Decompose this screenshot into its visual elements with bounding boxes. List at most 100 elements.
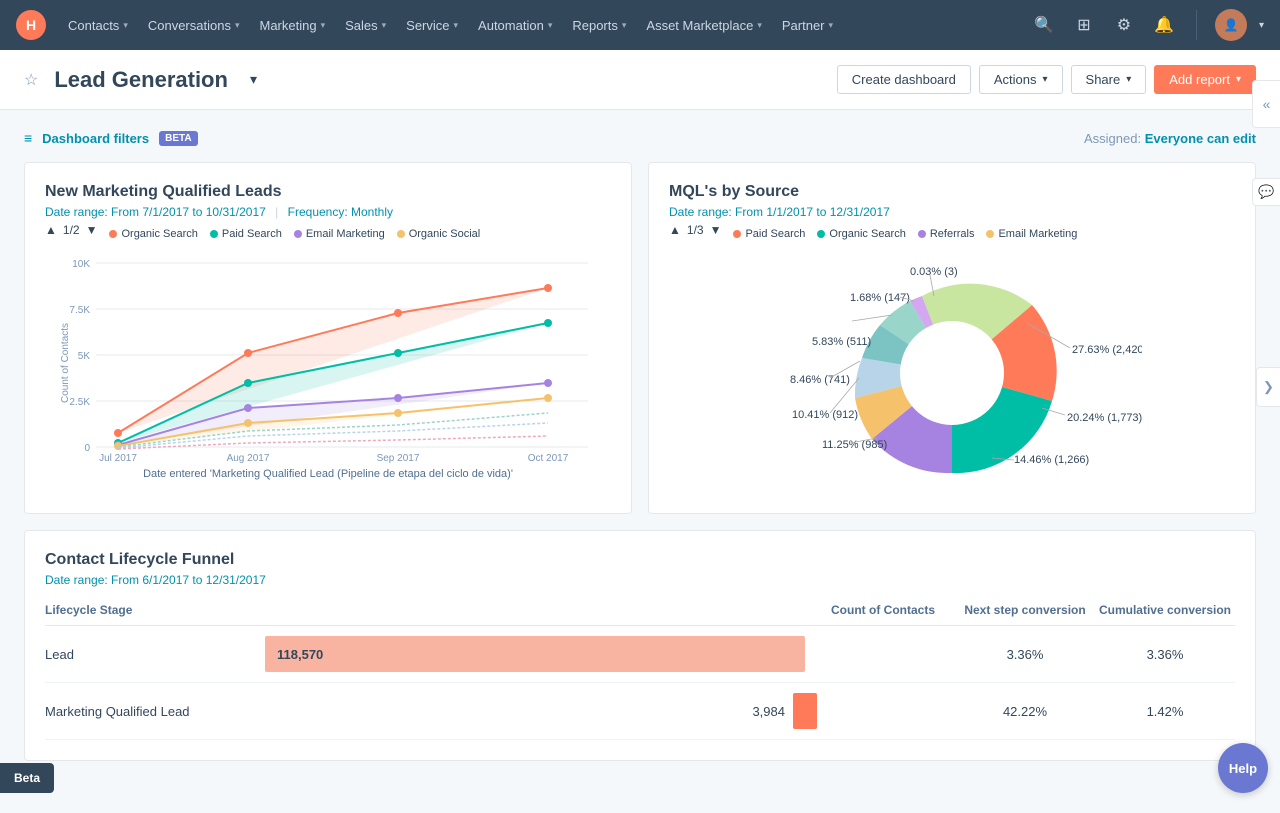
col-header-next-step: Next step conversion [955,603,1095,617]
legend-label: Referrals [930,228,975,240]
legend-dot-icon [109,230,117,238]
funnel-count-lead: 118,570 [277,647,323,662]
sidebar-collapse-icon[interactable]: « [1252,80,1280,128]
nav-automation[interactable]: Automation ▾ [468,0,562,50]
next-arrow-icon[interactable]: ▼ [86,223,98,237]
svg-text:1.68% (147): 1.68% (147) [850,292,910,304]
funnel-bar-cell-lead: 118,570 [265,636,955,672]
filter-left: ≡ Dashboard filters BETA [24,130,198,146]
legend-dot-icon [817,230,825,238]
share-button[interactable]: Share ▾ [1071,65,1147,94]
search-icon[interactable]: 🔍 [1030,11,1058,39]
funnel-stage-mql: Marketing Qualified Lead [45,704,265,719]
nav-service[interactable]: Service ▾ [396,0,468,50]
filter-icon: ≡ [24,130,32,146]
svg-text:5K: 5K [78,351,91,362]
mql-line-chart: 10K 7.5K 5K 2.5K 0 Count of Contacts [45,253,611,473]
user-avatar[interactable]: 👤 [1215,9,1247,41]
actions-button[interactable]: Actions ▾ [979,65,1063,94]
chat-bubble-icon[interactable]: 💬 [1252,178,1280,206]
pie-chart-svg: 27.63% (2,420) 20.24% (1,773) 14.46% (1,… [762,253,1142,493]
filter-bar: ≡ Dashboard filters BETA Assigned: Every… [24,130,1256,146]
dashboard-grid: New Marketing Qualified Leads Date range… [24,162,1256,514]
nav-partner[interactable]: Partner ▾ [772,0,843,50]
svg-text:Sep 2017: Sep 2017 [377,453,420,464]
col-header-count: Count of Contacts [265,603,955,617]
legend-dot-icon [210,230,218,238]
prev-arrow-icon[interactable]: ▲ [45,223,57,237]
chevron-down-icon: ▾ [235,20,240,31]
create-dashboard-button[interactable]: Create dashboard [837,65,971,94]
chevron-down-icon: ▾ [757,20,762,31]
avatar-chevron-icon[interactable]: ▾ [1259,20,1264,31]
mql-source-legend: ▲ 1/3 ▼ Paid Search Organic Search Refer… [669,223,1235,245]
legend-referrals: Referrals [918,228,975,240]
top-navigation: H Contacts ▾ Conversations ▾ Marketing ▾… [0,0,1280,50]
legend-label: Paid Search [222,228,282,240]
mql-chart-title: New Marketing Qualified Leads [45,183,611,201]
marketplace-icon[interactable]: ⊞ [1070,11,1098,39]
beta-button[interactable]: Beta [0,763,54,793]
legend-dot-icon [918,230,926,238]
legend-label: Email Marketing [306,228,385,240]
funnel-table-header: Lifecycle Stage Count of Contacts Next s… [45,603,1235,626]
chevron-down-icon: ▾ [622,20,627,31]
nav-reports[interactable]: Reports ▾ [562,0,636,50]
legend-label: Email Marketing [998,228,1077,240]
page-title: Lead Generation [54,67,228,93]
title-dropdown-icon[interactable]: ▾ [250,71,257,88]
svg-text:20.24% (1,773): 20.24% (1,773) [1067,412,1142,424]
col-header-stage: Lifecycle Stage [45,603,265,617]
svg-text:14.46% (1,266): 14.46% (1,266) [1014,454,1089,466]
filter-label[interactable]: Dashboard filters [42,131,149,146]
notifications-icon[interactable]: 🔔 [1150,11,1178,39]
nav-contacts[interactable]: Contacts ▾ [58,0,138,50]
prev-arrow-icon[interactable]: ▲ [669,223,681,237]
svg-text:5.83% (511): 5.83% (511) [812,336,871,348]
mql-date-range: Date range: From 7/1/2017 to 10/31/2017 [45,205,266,219]
nav-marketing[interactable]: Marketing ▾ [249,0,335,50]
legend-email-marketing: Email Marketing [294,228,385,240]
assigned-value[interactable]: Everyone can edit [1145,131,1256,146]
mql-legend: ▲ 1/2 ▼ Organic Search Paid Search Email… [45,223,611,245]
funnel-row-lead: Lead 118,570 3.36% 3.36% [45,626,1235,683]
mql-chart-subtitle: Date range: From 7/1/2017 to 10/31/2017 … [45,205,611,219]
share-chevron-icon: ▾ [1126,74,1131,85]
svg-text:Aug 2017: Aug 2017 [227,453,270,464]
funnel-stage-lead: Lead [45,647,265,662]
legend-email-marketing: Email Marketing [986,228,1077,240]
header-actions: Create dashboard Actions ▾ Share ▾ Add r… [837,65,1256,94]
chevron-down-icon: ▾ [123,20,128,31]
next-arrow-icon[interactable]: ▼ [710,223,722,237]
chevron-down-icon: ▾ [454,20,459,31]
actions-chevron-icon: ▾ [1043,74,1048,85]
header-bar: ☆ Lead Generation ▾ Create dashboard Act… [0,50,1280,110]
svg-text:Count of Contacts: Count of Contacts [60,323,71,403]
chevron-down-icon: ▾ [321,20,326,31]
mql-source-subtitle: Date range: From 1/1/2017 to 12/31/2017 [669,205,1235,219]
legend-label: Organic Search [829,228,905,240]
next-page-button[interactable]: ❯ [1256,367,1280,407]
chevron-down-icon: ▾ [829,20,834,31]
legend-organic-search: Organic Search [817,228,905,240]
favorite-star-icon[interactable]: ☆ [24,70,38,90]
settings-icon[interactable]: ⚙ [1110,11,1138,39]
legend-label: Paid Search [745,228,805,240]
funnel-row-mql: Marketing Qualified Lead 3,984 42.22% 1.… [45,683,1235,740]
funnel-bar-cell-mql: 3,984 [265,693,955,729]
funnel-count-mql: 3,984 [265,704,785,719]
assigned-section: Assigned: Everyone can edit [1084,131,1256,146]
nav-asset-marketplace[interactable]: Asset Marketplace ▾ [636,0,771,50]
add-report-button[interactable]: Add report ▾ [1154,65,1256,94]
funnel-title: Contact Lifecycle Funnel [45,551,1235,569]
svg-text:Oct 2017: Oct 2017 [528,453,569,464]
legend-label: Organic Search [121,228,197,240]
help-button[interactable]: Help [1218,743,1268,793]
legend-label: Organic Social [409,228,481,240]
hubspot-logo[interactable]: H [16,10,46,40]
nav-sales[interactable]: Sales ▾ [335,0,396,50]
chevron-down-icon: ▾ [548,20,553,31]
mql-source-page-nav: ▲ 1/3 ▼ [669,223,721,237]
legend-dot-icon [733,230,741,238]
nav-conversations[interactable]: Conversations ▾ [138,0,250,50]
